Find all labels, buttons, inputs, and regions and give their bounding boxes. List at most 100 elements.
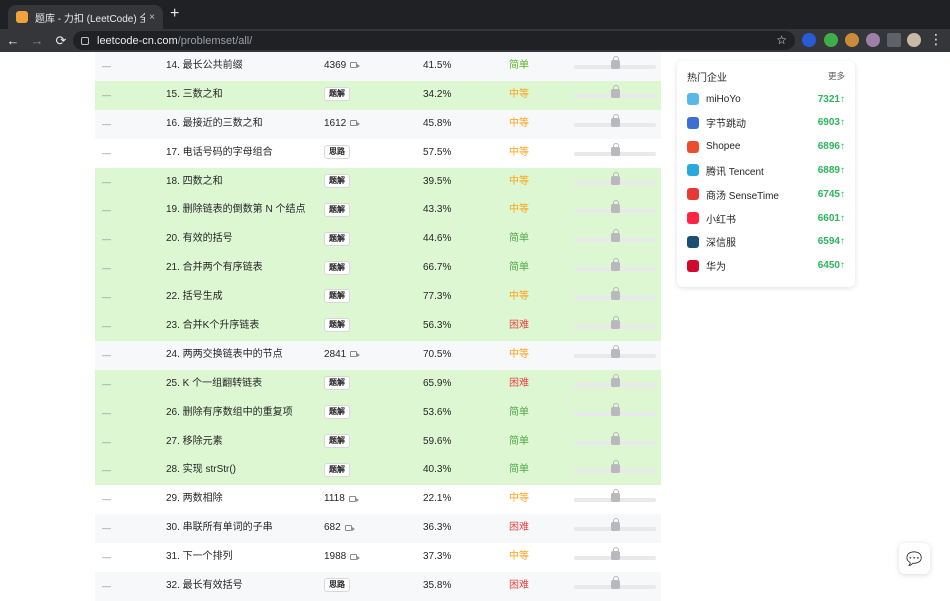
solution-tag[interactable]: 题解 bbox=[324, 231, 350, 246]
lock-icon[interactable] bbox=[611, 316, 620, 330]
lock-icon[interactable] bbox=[611, 56, 620, 69]
solution-cell[interactable]: 题解 bbox=[324, 168, 350, 196]
solution-cell[interactable]: 1988 bbox=[324, 543, 361, 571]
solution-cell[interactable]: 题解 bbox=[324, 456, 350, 484]
table-row[interactable]: — 30. 串联所有单词的子串 682 36.3% 困难 bbox=[95, 514, 661, 544]
solution-tag[interactable]: 思路 bbox=[324, 578, 350, 593]
solution-cell[interactable]: 4369 bbox=[324, 52, 361, 80]
table-row[interactable]: — 17. 电话号码的字母组合 思路 57.5% 中等 bbox=[95, 138, 661, 168]
table-row[interactable]: — 14. 最长公共前缀 4369 41.5% 简单 bbox=[95, 52, 661, 81]
problem-title-link[interactable]: 32. 最长有效括号 bbox=[166, 572, 243, 600]
solution-cell[interactable]: 题解 bbox=[324, 196, 350, 224]
solution-tag[interactable]: 思路 bbox=[324, 145, 350, 160]
problem-title-link[interactable]: 30. 串联所有单词的子串 bbox=[166, 514, 273, 542]
solution-tag[interactable]: 题解 bbox=[324, 202, 350, 217]
feedback-chat-button[interactable]: 💬 bbox=[899, 543, 930, 574]
solution-tag[interactable]: 题解 bbox=[324, 405, 350, 420]
company-item[interactable]: miHoYo 7321↑ bbox=[687, 89, 845, 109]
problem-title-link[interactable]: 15. 三数之和 bbox=[166, 81, 223, 109]
extensions-puzzle-icon[interactable] bbox=[887, 33, 901, 47]
table-row[interactable]: — 20. 有效的括号 题解 44.6% 简单 bbox=[95, 225, 661, 255]
problem-title-link[interactable]: 26. 删除有序数组中的重复项 bbox=[166, 399, 293, 427]
lock-icon[interactable] bbox=[611, 84, 620, 98]
solution-cell[interactable]: 题解 bbox=[324, 399, 350, 427]
table-row[interactable]: — 25. K 个一组翻转链表 题解 65.9% 困难 bbox=[95, 369, 661, 399]
extension-puzzle-active-icon[interactable] bbox=[866, 33, 880, 47]
solution-cell[interactable]: 题解 bbox=[324, 428, 350, 456]
extension-cookie-icon[interactable] bbox=[845, 33, 859, 47]
solution-count[interactable]: 2841 bbox=[324, 349, 346, 360]
browser-menu-icon[interactable]: ⋮ bbox=[929, 31, 943, 48]
reload-button[interactable]: ⟳ bbox=[50, 33, 72, 49]
lock-icon[interactable] bbox=[81, 36, 89, 45]
solution-cell[interactable]: 1612 bbox=[324, 110, 361, 138]
table-row[interactable]: — 27. 移除元素 题解 59.6% 简单 bbox=[95, 427, 661, 457]
forward-button[interactable]: → bbox=[26, 33, 48, 48]
table-row[interactable]: — 24. 两两交换链表中的节点 2841 70.5% 中等 bbox=[95, 340, 661, 370]
lock-icon[interactable] bbox=[611, 431, 620, 445]
video-icon[interactable] bbox=[350, 553, 361, 560]
solution-cell[interactable]: 682 bbox=[324, 514, 355, 542]
tab-close-icon[interactable]: × bbox=[149, 12, 155, 23]
solution-tag[interactable]: 题解 bbox=[324, 260, 350, 275]
table-row[interactable]: — 32. 最长有效括号 思路 35.8% 困难 bbox=[95, 572, 661, 601]
solution-cell[interactable]: 题解 bbox=[324, 254, 350, 282]
problem-title-link[interactable]: 17. 电话号码的字母组合 bbox=[166, 139, 273, 167]
solution-tag[interactable]: 题解 bbox=[324, 173, 350, 188]
problem-title-link[interactable]: 16. 最接近的三数之和 bbox=[166, 110, 263, 138]
lock-icon[interactable] bbox=[611, 113, 620, 127]
company-item[interactable]: 小红书 6601↑ bbox=[687, 208, 845, 228]
video-icon[interactable] bbox=[350, 62, 361, 69]
problem-title-link[interactable]: 21. 合并两个有序链表 bbox=[166, 254, 263, 282]
back-button[interactable]: ← bbox=[2, 33, 24, 48]
solution-tag[interactable]: 题解 bbox=[324, 87, 350, 102]
problem-title-link[interactable]: 19. 删除链表的倒数第 N 个结点 bbox=[166, 196, 305, 224]
lock-icon[interactable] bbox=[611, 229, 620, 243]
solution-cell[interactable]: 题解 bbox=[324, 370, 350, 398]
solution-cell[interactable]: 题解 bbox=[324, 312, 350, 340]
solution-count[interactable]: 1988 bbox=[324, 551, 346, 562]
table-row[interactable]: — 15. 三数之和 题解 34.2% 中等 bbox=[95, 80, 661, 110]
solution-cell[interactable]: 思路 bbox=[324, 572, 350, 600]
solution-cell[interactable]: 2841 bbox=[324, 341, 361, 369]
solution-cell[interactable]: 题解 bbox=[324, 81, 350, 109]
solution-count[interactable]: 682 bbox=[324, 522, 341, 533]
lock-icon[interactable] bbox=[611, 287, 620, 301]
browser-tab[interactable]: 题库 - 力扣 (LeetCode) 全球极客 × bbox=[8, 5, 163, 29]
problem-title-link[interactable]: 20. 有效的括号 bbox=[166, 225, 233, 253]
lock-icon[interactable] bbox=[611, 576, 620, 590]
table-row[interactable]: — 19. 删除链表的倒数第 N 个结点 题解 43.3% 中等 bbox=[95, 196, 661, 226]
solution-count[interactable]: 4369 bbox=[324, 60, 346, 71]
problem-title-link[interactable]: 25. K 个一组翻转链表 bbox=[166, 370, 262, 398]
problem-title-link[interactable]: 29. 两数相除 bbox=[166, 485, 223, 513]
more-link[interactable]: 更多 bbox=[828, 70, 845, 82]
solution-count[interactable]: 1612 bbox=[324, 118, 346, 129]
extension-diamond-icon[interactable] bbox=[802, 33, 816, 47]
table-row[interactable]: — 28. 实现 strStr() 题解 40.3% 简单 bbox=[95, 456, 661, 486]
solution-tag[interactable]: 题解 bbox=[324, 289, 350, 304]
solution-cell[interactable]: 1118 bbox=[324, 485, 359, 513]
lock-icon[interactable] bbox=[611, 547, 620, 561]
problem-title-link[interactable]: 24. 两两交换链表中的节点 bbox=[166, 341, 283, 369]
table-row[interactable]: — 18. 四数之和 题解 39.5% 中等 bbox=[95, 167, 661, 197]
company-item[interactable]: 商汤 SenseTime 6745↑ bbox=[687, 184, 845, 204]
solution-tag[interactable]: 题解 bbox=[324, 462, 350, 477]
table-row[interactable]: — 23. 合并K个升序链表 题解 56.3% 困难 bbox=[95, 312, 661, 341]
table-row[interactable]: — 22. 括号生成 题解 77.3% 中等 bbox=[95, 283, 661, 313]
solution-tag[interactable]: 题解 bbox=[324, 318, 350, 333]
company-item[interactable]: 腾讯 Tencent 6889↑ bbox=[687, 160, 845, 180]
company-item[interactable]: 深信服 6594↑ bbox=[687, 232, 845, 252]
video-icon[interactable] bbox=[350, 120, 361, 127]
problem-title-link[interactable]: 23. 合并K个升序链表 bbox=[166, 312, 259, 340]
lock-icon[interactable] bbox=[611, 142, 620, 156]
problem-title-link[interactable]: 27. 移除元素 bbox=[166, 428, 223, 456]
table-row[interactable]: — 26. 删除有序数组中的重复项 题解 53.6% 简单 bbox=[95, 398, 661, 428]
lock-icon[interactable] bbox=[611, 460, 620, 474]
video-icon[interactable] bbox=[348, 495, 359, 502]
lock-icon[interactable] bbox=[611, 200, 620, 214]
lock-icon[interactable] bbox=[611, 518, 620, 532]
company-item[interactable]: 字节跳动 6903↑ bbox=[687, 113, 845, 133]
video-icon[interactable] bbox=[350, 351, 361, 358]
problem-title-link[interactable]: 31. 下一个排列 bbox=[166, 543, 233, 571]
problem-title-link[interactable]: 18. 四数之和 bbox=[166, 168, 223, 196]
